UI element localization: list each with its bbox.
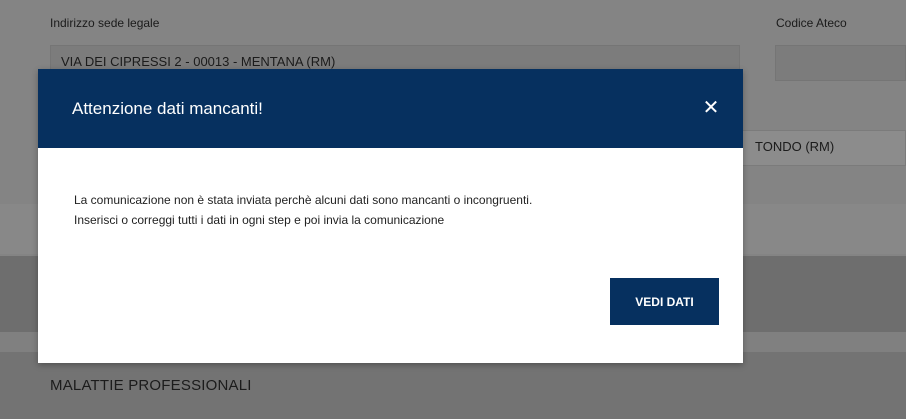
dialog-message: La comunicazione non è stata inviata per…	[74, 190, 734, 230]
dialog-header: Attenzione dati mancanti! ✕	[38, 69, 743, 148]
missing-data-dialog: Attenzione dati mancanti! ✕ La comunicaz…	[38, 69, 743, 363]
dialog-message-line: La comunicazione non è stata inviata per…	[74, 193, 533, 207]
view-data-button[interactable]: VEDI DATI	[610, 278, 719, 325]
dialog-message-line: Inserisci o correggi tutti i dati in ogn…	[74, 213, 445, 227]
dialog-title: Attenzione dati mancanti!	[72, 99, 263, 118]
close-icon[interactable]: ✕	[699, 95, 723, 119]
